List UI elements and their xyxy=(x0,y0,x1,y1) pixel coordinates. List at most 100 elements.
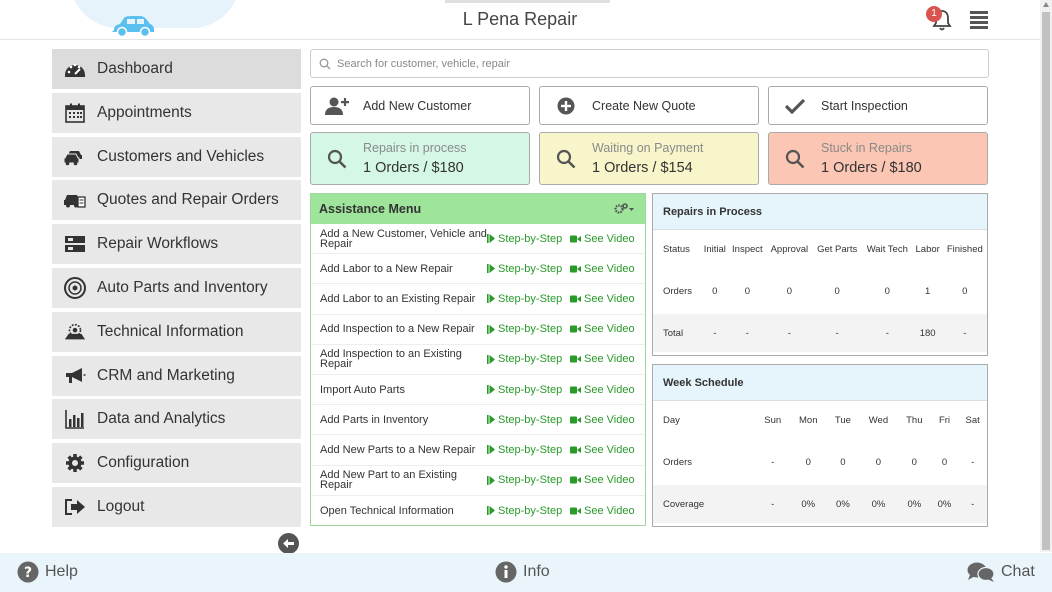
table-cell: 0 xyxy=(884,285,890,297)
table-cell: - xyxy=(971,498,975,510)
see-video-link[interactable]: See Video xyxy=(570,444,635,456)
start-inspection-button[interactable]: Start Inspection xyxy=(768,86,988,125)
stat-title: Waiting on Payment xyxy=(592,141,704,155)
sidebar-item-logout[interactable]: Logout xyxy=(52,486,301,527)
stat-title: Repairs in process xyxy=(363,141,467,155)
table-cell: - xyxy=(745,327,749,339)
step-by-step-link[interactable]: Step-by-Step xyxy=(487,353,570,365)
search-bar[interactable] xyxy=(310,49,989,78)
play-step-icon xyxy=(487,475,495,485)
see-video-link[interactable]: See Video xyxy=(570,384,635,396)
collapse-sidebar-button[interactable] xyxy=(278,533,299,554)
step-by-step-link[interactable]: Step-by-Step xyxy=(487,414,570,426)
help-button[interactable]: ? Help xyxy=(17,561,78,583)
table-cell: Get Parts xyxy=(817,243,858,255)
vertical-scrollbar[interactable] xyxy=(1040,0,1052,552)
assistance-menu-header: Assistance Menu xyxy=(311,194,645,224)
play-step-icon xyxy=(487,445,495,455)
sidebar-item-dashboard[interactable]: Dashboard xyxy=(52,49,301,89)
row-label-cell: Day xyxy=(663,414,680,426)
play-step-icon xyxy=(487,385,495,395)
see-video-link[interactable]: See Video xyxy=(570,293,635,305)
step-by-step-label: Step-by-Step xyxy=(498,413,563,426)
step-by-step-link[interactable]: Step-by-Step xyxy=(487,444,570,456)
step-by-step-link[interactable]: Step-by-Step xyxy=(487,474,570,486)
step-by-step-link[interactable]: Step-by-Step xyxy=(487,384,570,396)
repairs-in-process-card[interactable]: Repairs in process 1 Orders / $180 xyxy=(310,132,530,185)
table-cell: Labor xyxy=(915,243,940,255)
sidebar-item-repair-workflows[interactable]: Repair Workflows xyxy=(52,224,301,265)
info-button[interactable]: Info xyxy=(495,561,550,583)
step-by-step-label: Step-by-Step xyxy=(498,504,563,517)
search-input[interactable] xyxy=(337,57,977,70)
workflow-icon xyxy=(64,233,86,255)
sidebar-item-label: Repair Workflows xyxy=(97,235,219,253)
scrollbar-thumb[interactable] xyxy=(1042,12,1050,550)
see-video-label: See Video xyxy=(584,383,635,396)
sidebar-item-configuration[interactable]: Configuration xyxy=(52,443,301,484)
see-video-label: See Video xyxy=(584,292,635,305)
stuck-in-repairs-card[interactable]: Stuck in Repairs 1 Orders / $180 xyxy=(768,132,988,185)
see-video-link[interactable]: See Video xyxy=(570,505,635,517)
search-icon xyxy=(319,58,331,69)
play-step-icon xyxy=(487,354,495,364)
notifications-button[interactable]: 1 xyxy=(926,6,954,32)
assistance-item: Open Technical Information Step-by-Step Se… xyxy=(311,496,645,526)
sidebar-item-quotes-repair-orders[interactable]: Quotes and Repair Orders xyxy=(52,180,301,221)
sidebar-item-customers-vehicles[interactable]: Customers and Vehicles xyxy=(52,136,301,177)
see-video-label: See Video xyxy=(584,504,635,517)
hamburger-menu-icon[interactable] xyxy=(970,11,988,29)
sidebar-item-label: Auto Parts and Inventory xyxy=(97,278,268,296)
video-camera-icon xyxy=(570,416,581,424)
scroll-up-arrow-icon[interactable] xyxy=(1043,2,1049,7)
sidebar-item-technical-information[interactable]: Technical Information xyxy=(52,311,301,352)
assistance-item-label: Add Parts in Inventory xyxy=(320,413,429,426)
info-circle-icon xyxy=(495,561,517,583)
see-video-label: See Video xyxy=(584,262,635,275)
row-label-cell: Total xyxy=(663,327,684,339)
engine-icon xyxy=(64,321,86,343)
table-cell: - xyxy=(885,327,889,339)
see-video-link[interactable]: See Video xyxy=(570,233,635,245)
sidebar-item-auto-parts-inventory[interactable]: Auto Parts and Inventory xyxy=(52,267,301,308)
table-row: Orders - 0 0 0 0 0 - xyxy=(653,439,987,485)
step-by-step-link[interactable]: Step-by-Step xyxy=(487,323,570,335)
sidebar-item-label: CRM and Marketing xyxy=(97,366,235,384)
play-step-icon xyxy=(487,506,495,516)
play-step-icon xyxy=(487,324,495,334)
chat-label: Chat xyxy=(1001,563,1035,580)
step-by-step-link[interactable]: Step-by-Step xyxy=(487,233,570,245)
row-label-cell: Orders xyxy=(663,456,693,468)
table-cell: - xyxy=(971,456,975,468)
sidebar-item-data-analytics[interactable]: Data and Analytics xyxy=(52,399,301,440)
see-video-label: See Video xyxy=(584,443,635,456)
assistance-menu-title: Assistance Menu xyxy=(319,202,422,216)
sidebar-item-appointments[interactable]: Appointments xyxy=(52,92,301,133)
step-by-step-link[interactable]: Step-by-Step xyxy=(487,293,570,305)
sidebar-item-crm-marketing[interactable]: CRM and Marketing xyxy=(52,355,301,396)
assistance-item: Import Auto Parts Step-by-Step See Video xyxy=(311,375,645,406)
see-video-link[interactable]: See Video xyxy=(570,353,635,365)
see-video-link[interactable]: See Video xyxy=(570,414,635,426)
step-by-step-link[interactable]: Step-by-Step xyxy=(487,505,570,517)
add-new-customer-button[interactable]: Add New Customer xyxy=(310,86,530,125)
step-by-step-link[interactable]: Step-by-Step xyxy=(487,263,570,275)
see-video-link[interactable]: See Video xyxy=(570,263,635,275)
add-user-icon xyxy=(311,87,363,124)
chat-button[interactable]: Chat xyxy=(967,561,1035,583)
panel-title: Week Schedule xyxy=(653,365,987,401)
see-video-label: See Video xyxy=(584,474,635,487)
settings-dropdown-button[interactable] xyxy=(613,202,635,221)
sidebar-item-label: Data and Analytics xyxy=(97,410,226,428)
see-video-link[interactable]: See Video xyxy=(570,323,635,335)
assistance-item-label: Add New Parts to a New Repair xyxy=(320,443,476,456)
create-new-quote-button[interactable]: Create New Quote xyxy=(539,86,759,125)
video-camera-icon xyxy=(570,507,581,515)
see-video-link[interactable]: See Video xyxy=(570,474,635,486)
table-cell: Initial xyxy=(703,243,726,255)
table-cell: 0 xyxy=(834,285,840,297)
assistance-item: Add New Part to an Existing Repair Step-b… xyxy=(311,466,645,496)
waiting-on-payment-card[interactable]: Waiting on Payment 1 Orders / $154 xyxy=(539,132,759,185)
row-label-cell: Coverage xyxy=(663,498,705,510)
sidebar-item-label: Logout xyxy=(97,497,145,515)
